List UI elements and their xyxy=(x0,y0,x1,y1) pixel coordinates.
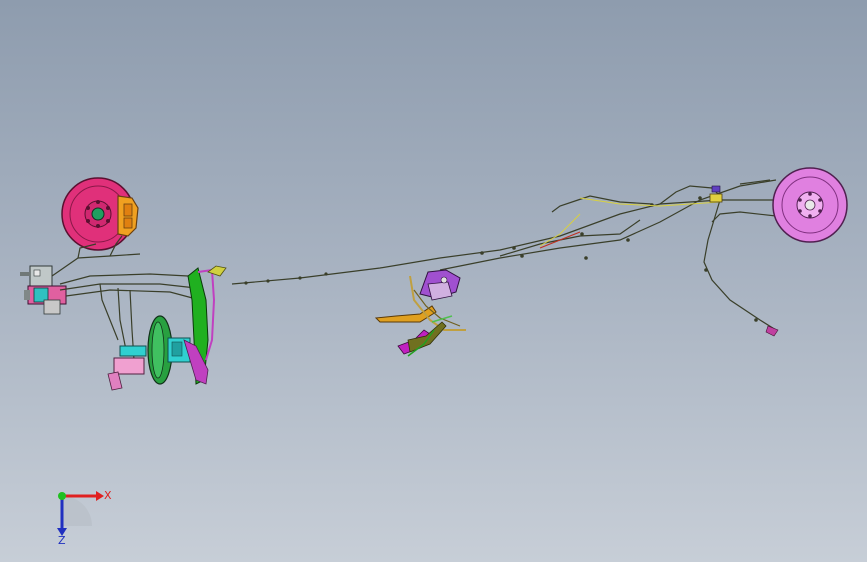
brake-system-assembly: X Z xyxy=(20,167,848,547)
rear-cable-end xyxy=(765,325,779,337)
y-axis-dot xyxy=(58,492,66,500)
brake-booster[interactable] xyxy=(147,315,191,385)
front-brake-caliper xyxy=(117,195,139,237)
rear-junction-fitting xyxy=(709,185,723,203)
rear-brake-assembly[interactable] xyxy=(772,167,848,243)
abs-hydraulic-module[interactable] xyxy=(20,265,67,315)
park-brake-arm xyxy=(374,305,437,323)
parking-brake-assembly[interactable] xyxy=(374,269,466,357)
cad-viewport[interactable]: X Z xyxy=(0,0,867,562)
line-clips xyxy=(244,196,758,322)
rear-brake-rotor xyxy=(772,167,848,243)
master-cylinder xyxy=(107,345,147,391)
brake-pedal[interactable] xyxy=(183,265,227,385)
z-axis-label: Z xyxy=(58,534,66,547)
front-brake-assembly[interactable] xyxy=(61,177,139,251)
coordinate-triad: X Z xyxy=(57,489,112,547)
x-axis-label: X xyxy=(104,489,112,502)
